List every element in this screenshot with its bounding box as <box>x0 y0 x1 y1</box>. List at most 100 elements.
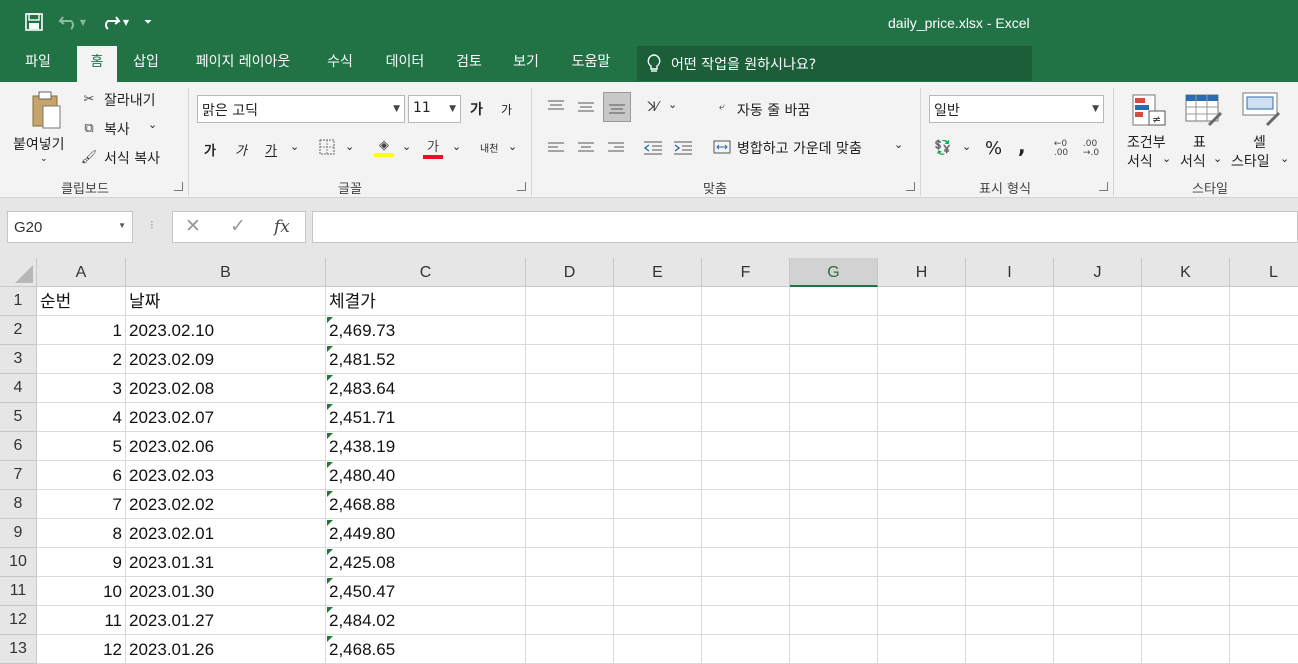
cell[interactable] <box>614 316 702 345</box>
cell[interactable] <box>790 635 878 664</box>
format-as-table-label-2[interactable]: 서식 <box>1180 151 1206 171</box>
cell[interactable] <box>526 635 614 664</box>
chevron-down-icon[interactable]: ⌄ <box>345 140 354 153</box>
cell[interactable] <box>1230 287 1298 316</box>
cell-seq[interactable]: 8 <box>37 519 126 548</box>
cell[interactable] <box>614 287 702 316</box>
conditional-formatting-label-1[interactable]: 조건부 <box>1127 132 1166 152</box>
cell[interactable] <box>790 432 878 461</box>
cell[interactable] <box>790 287 878 316</box>
cell[interactable] <box>526 519 614 548</box>
cell[interactable] <box>1230 316 1298 345</box>
cell[interactable] <box>966 635 1054 664</box>
cell-date[interactable]: 2023.02.03 <box>126 461 326 490</box>
cell-date[interactable]: 2023.01.30 <box>126 577 326 606</box>
chevron-down-icon[interactable]: ⌄ <box>508 140 517 153</box>
cell[interactable] <box>526 490 614 519</box>
cell-date[interactable]: 2023.01.31 <box>126 548 326 577</box>
cell[interactable] <box>1230 548 1298 577</box>
cell[interactable] <box>702 345 790 374</box>
chevron-down-icon[interactable]: ⌄ <box>668 98 677 111</box>
row-header[interactable]: 2 <box>0 316 37 345</box>
cell-date[interactable]: 2023.01.26 <box>126 635 326 664</box>
percent-style-button[interactable]: % <box>985 138 1002 159</box>
cell-styles-label-2[interactable]: 스타일 <box>1231 151 1270 171</box>
cell[interactable] <box>790 345 878 374</box>
cell[interactable] <box>1054 490 1142 519</box>
cell[interactable] <box>878 635 966 664</box>
cell-price[interactable]: 2,468.65 <box>326 635 526 664</box>
font-size-combo[interactable]: 11 ▼ <box>408 95 461 123</box>
cell[interactable] <box>702 548 790 577</box>
cell-seq[interactable]: 9 <box>37 548 126 577</box>
cell[interactable] <box>702 635 790 664</box>
chevron-down-icon[interactable]: ⌄ <box>290 140 299 153</box>
number-launcher-icon[interactable] <box>1099 182 1108 191</box>
cell[interactable] <box>1230 490 1298 519</box>
cell[interactable] <box>790 577 878 606</box>
number-format-combo[interactable]: 일반 ▼ <box>929 95 1104 123</box>
align-right-icon[interactable] <box>605 138 627 158</box>
orientation-icon[interactable]: ꓘ⁄ <box>642 96 664 118</box>
cell[interactable] <box>526 432 614 461</box>
cell[interactable] <box>1230 345 1298 374</box>
align-top-icon[interactable] <box>545 96 567 118</box>
cell[interactable] <box>1230 635 1298 664</box>
cell[interactable] <box>1054 548 1142 577</box>
cell[interactable] <box>1142 606 1230 635</box>
grow-font-button[interactable]: 가 <box>470 99 483 119</box>
tab-review[interactable]: 검토 <box>447 46 491 82</box>
cell[interactable] <box>1142 345 1230 374</box>
column-header[interactable]: J <box>1054 258 1142 287</box>
cell[interactable] <box>1054 461 1142 490</box>
clipboard-launcher-icon[interactable] <box>174 182 183 191</box>
cell[interactable] <box>526 316 614 345</box>
cell-seq[interactable]: 11 <box>37 606 126 635</box>
column-header[interactable]: K <box>1142 258 1230 287</box>
cell[interactable] <box>1142 316 1230 345</box>
row-header[interactable]: 13 <box>0 635 37 664</box>
column-header[interactable]: F <box>702 258 790 287</box>
align-middle-icon[interactable] <box>575 96 597 118</box>
cell[interactable] <box>702 403 790 432</box>
alignment-launcher-icon[interactable] <box>906 182 915 191</box>
cell[interactable] <box>966 345 1054 374</box>
cell-price[interactable]: 2,449.80 <box>326 519 526 548</box>
row-header[interactable]: 5 <box>0 403 37 432</box>
cell-styles-icon[interactable] <box>1240 90 1282 128</box>
format-as-table-icon[interactable] <box>1184 92 1224 128</box>
row-header[interactable]: 12 <box>0 606 37 635</box>
cell[interactable] <box>702 316 790 345</box>
cell-seq[interactable]: 10 <box>37 577 126 606</box>
tab-formulas[interactable]: 수식 <box>318 46 362 82</box>
column-header[interactable]: B <box>126 258 326 287</box>
cell[interactable] <box>1142 577 1230 606</box>
cell-seq[interactable]: 2 <box>37 345 126 374</box>
cell[interactable] <box>614 345 702 374</box>
cell[interactable] <box>702 490 790 519</box>
decrease-indent-icon[interactable] <box>642 138 664 158</box>
cell-price[interactable]: 2,468.88 <box>326 490 526 519</box>
cell[interactable] <box>1054 606 1142 635</box>
row-header[interactable]: 1 <box>0 287 37 316</box>
fill-color-icon[interactable]: ◈ <box>373 136 395 158</box>
cell[interactable] <box>1054 635 1142 664</box>
cell[interactable] <box>1054 403 1142 432</box>
tab-insert[interactable]: 삽입 <box>124 46 168 82</box>
cell-date[interactable]: 2023.02.07 <box>126 403 326 432</box>
cell[interactable] <box>1142 432 1230 461</box>
cell[interactable] <box>1054 519 1142 548</box>
cell-date[interactable]: 2023.02.10 <box>126 316 326 345</box>
cell[interactable] <box>702 287 790 316</box>
format-painter-button[interactable]: 서식 복사 <box>104 148 160 168</box>
align-center-icon[interactable] <box>575 138 597 158</box>
cell[interactable] <box>966 432 1054 461</box>
align-left-icon[interactable] <box>545 138 567 158</box>
header-cell-seq[interactable]: 순번 <box>37 287 126 316</box>
cell[interactable] <box>702 374 790 403</box>
cell-date[interactable]: 2023.02.08 <box>126 374 326 403</box>
cell[interactable] <box>614 577 702 606</box>
column-header[interactable]: A <box>37 258 126 287</box>
chevron-down-icon[interactable]: ⌄ <box>1280 152 1289 165</box>
insert-function-button[interactable]: fx <box>274 217 290 237</box>
